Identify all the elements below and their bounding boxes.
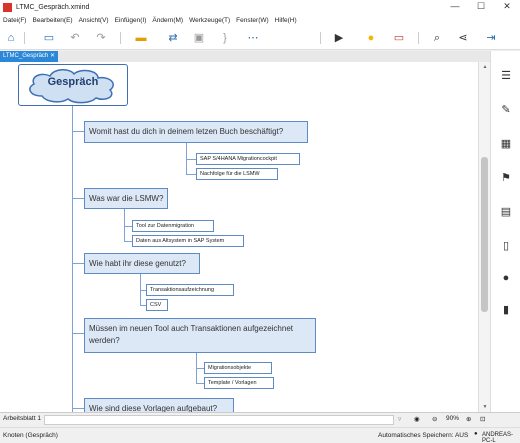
menu-insert[interactable]: Einfügen(I) [115, 17, 147, 24]
close-button[interactable]: ✕ [494, 0, 520, 14]
save-icon[interactable]: ▭ [42, 31, 56, 45]
scroll-thumb[interactable] [481, 157, 488, 312]
subtopic-1-2[interactable]: Nachfolge für die LSMW [196, 168, 278, 180]
tab-label: LTMC_Gespräch [3, 53, 49, 59]
zoom-in-icon[interactable]: ⊕ [466, 415, 471, 423]
relationship-icon[interactable]: ⇄ [166, 31, 180, 45]
tab-ltmc-gespraech[interactable]: LTMC_Gespräch ✕ [0, 51, 58, 62]
app-logo-icon: XMind [3, 2, 12, 12]
menu-modify[interactable]: Ändern(M) [152, 17, 183, 24]
search-icon[interactable]: ⌕ [430, 31, 444, 45]
tab-bar: LTMC_Gespräch ✕ [0, 51, 490, 62]
notes-icon[interactable]: ▯ [499, 239, 513, 253]
subtopic-4-2[interactable]: Template / Vorlagen [204, 377, 274, 389]
filter-icon[interactable]: ▿ [398, 415, 401, 423]
root-topic[interactable]: Gespräch [18, 76, 128, 88]
menu-view[interactable]: Ansicht(V) [79, 17, 109, 24]
status-bar: Knoten (Gespräch) Automatisches Speicher… [0, 427, 520, 443]
brainstorm-icon[interactable]: ● [364, 31, 378, 45]
mindmap-canvas[interactable]: Gespräch Womit hast du dich in deinem le… [0, 62, 478, 412]
marker-flag-icon[interactable]: ⚑ [499, 171, 513, 185]
topic-icon[interactable]: ▬ [134, 31, 148, 45]
subtopic-2-1[interactable]: Tool zur Datenmigration [132, 220, 214, 232]
redo-icon[interactable]: ↷ [94, 31, 108, 45]
minimize-button[interactable]: — [442, 0, 468, 14]
menu-help[interactable]: Hilfe(H) [275, 17, 297, 24]
zoom-level[interactable]: 90% [446, 415, 459, 422]
menu-edit[interactable]: Bearbeiten(E) [32, 17, 72, 24]
topic-5[interactable]: Wie sind diese Vorlagen aufgebaut? [84, 398, 234, 412]
right-sidebar: ☰ ✎ ▦ ⚑ ▤ ▯ ● ▮ [490, 51, 520, 412]
view-icon[interactable]: ◉ [414, 415, 420, 423]
menu-file[interactable]: Datei(F) [3, 17, 26, 24]
subtopic-4-1[interactable]: Migrationsobjekte [204, 362, 272, 374]
user-icon: ● [474, 431, 478, 437]
sheet-tab[interactable]: Arbeitsblatt 1 [3, 415, 41, 422]
topic-3[interactable]: Wie habt ihr diese genutzt? [84, 253, 200, 274]
menu-tools[interactable]: Werkzeuge(T) [189, 17, 230, 24]
subtopic-3-2[interactable]: CSV [146, 299, 168, 311]
zoom-out-icon[interactable]: ⊖ [432, 415, 437, 423]
presentation-icon[interactable]: ▶ [332, 31, 346, 45]
status-selection: Knoten (Gespräch) [3, 432, 58, 439]
undo-icon[interactable]: ↶ [68, 31, 82, 45]
outline-icon[interactable]: ☰ [499, 69, 513, 83]
window-title: LTMC_Gespräch.xmind [16, 3, 90, 11]
subtopic-1-1[interactable]: SAP S/4HANA Migrationcockpit [196, 153, 300, 165]
export-icon[interactable]: ⇥ [484, 31, 498, 45]
image-icon[interactable]: ▦ [499, 137, 513, 151]
home-icon[interactable]: ⌂ [4, 31, 18, 45]
boundary-icon[interactable]: ▣ [192, 31, 206, 45]
toolbar: ⌂ ▭ ↶ ↷ ▬ ⇄ ▣ } ⋯ ▶ ● ▭ ⌕ ⋖ ⇥ [0, 26, 520, 50]
status-autosave[interactable]: Automatisches Speichern: AUS [378, 432, 468, 439]
vertical-scrollbar[interactable]: ▲ ▼ [478, 62, 490, 412]
maximize-button[interactable]: ☐ [468, 0, 494, 14]
fit-view-icon[interactable]: ⊡ [480, 415, 485, 423]
tab-close-icon[interactable]: ✕ [50, 51, 55, 62]
topic-2[interactable]: Was war die LSMW? [84, 188, 168, 209]
task-icon[interactable]: ▮ [499, 303, 513, 317]
gantt-icon[interactable]: ▭ [392, 31, 406, 45]
topic-1[interactable]: Womit hast du dich in deinem letzen Buch… [84, 121, 308, 143]
more-icon[interactable]: ⋯ [246, 31, 260, 45]
subtopic-2-2[interactable]: Daten aus Altsystem in SAP System [132, 235, 244, 247]
share-icon[interactable]: ⋖ [456, 31, 470, 45]
sticker-icon[interactable]: ▤ [499, 205, 513, 219]
status-user[interactable]: ANDREAS-PC-L [482, 432, 520, 443]
comments-icon[interactable]: ● [499, 271, 513, 285]
summary-icon[interactable]: } [218, 31, 232, 45]
subtopic-3-1[interactable]: Transaktionsaufzeichnung [146, 284, 234, 296]
sheet-bar: Arbeitsblatt 1 ▿ ◉ ⊖ 90% ⊕ ⊡ [0, 412, 520, 427]
horizontal-scrollbar[interactable] [44, 415, 394, 425]
title-bar: XMind LTMC_Gespräch.xmind — ☐ ✕ [0, 0, 520, 14]
menu-bar: Datei(F) Bearbeiten(E) Ansicht(V) Einfüg… [0, 14, 520, 26]
topic-4[interactable]: Müssen im neuen Tool auch Transaktionen … [84, 318, 316, 353]
format-brush-icon[interactable]: ✎ [499, 103, 513, 117]
menu-window[interactable]: Fenster(W) [236, 17, 269, 24]
